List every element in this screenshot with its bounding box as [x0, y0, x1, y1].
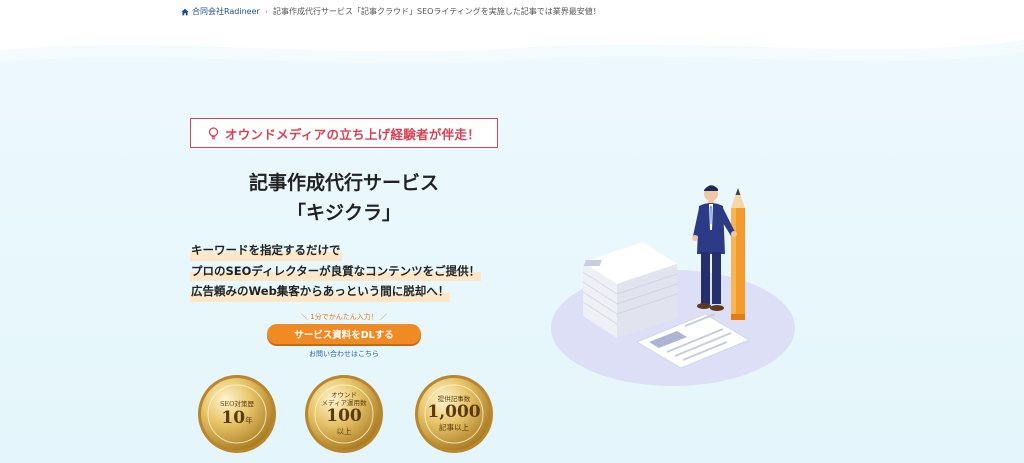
title-line-1: 記事作成代行サービス	[248, 172, 439, 194]
medal-3-unit: 記事以上	[439, 423, 469, 432]
hero-section: 合同会社Radineer › 記事作成代行サービス「記事クラウド」SEOライティ…	[0, 0, 1024, 463]
medal-2-unit: 以上	[336, 427, 352, 436]
lead-line-1: キーワードを指定するだけで	[190, 240, 342, 261]
download-button[interactable]: サービス資料をDLする	[267, 324, 421, 344]
page-title: 記事作成代行サービス 「キジクラ」	[190, 168, 498, 228]
breadcrumb-current: 記事作成代行サービス「記事クラウド」SEOライティングを実施した記事では業界最安…	[273, 7, 601, 16]
cta-note: ＼ 1分でかんたん入力！ ／	[301, 313, 387, 321]
pencil-icon	[731, 188, 745, 320]
home-icon	[181, 8, 189, 15]
breadcrumb: 合同会社Radineer › 記事作成代行サービス「記事クラウド」SEOライティ…	[181, 6, 601, 17]
hero-illustration	[551, 185, 795, 386]
lead-line-2: プロのSEOディレクターが良質なコンテンツをご提供！	[190, 260, 482, 281]
medal-2-label: オウンド	[331, 391, 357, 399]
lightbulb-icon	[208, 126, 219, 139]
medal-1-number: 10	[221, 408, 246, 428]
catch-text: オウンドメディアの立ち上げ経験者が伴走！	[224, 126, 481, 142]
catch-banner: オウンドメディアの立ち上げ経験者が伴走！	[190, 118, 498, 148]
medal-1-unit: 年	[245, 416, 253, 425]
medal-2-number: 100	[326, 406, 362, 426]
lead-text: キーワードを指定するだけで プロのSEOディレクターが良質なコンテンツをご提供！…	[190, 240, 482, 302]
title-line-2: 「キジクラ」	[286, 202, 401, 224]
breadcrumb-separator: ›	[264, 7, 268, 16]
breadcrumb-home-label: 合同会社Radineer	[192, 7, 260, 16]
lead-line-3: 広告頼みのWeb集客からあっという間に脱却へ！	[190, 281, 451, 302]
medal-article-count: 提供記事数 1,000 記事以上	[414, 374, 494, 454]
breadcrumb-home-link[interactable]: 合同会社Radineer	[181, 6, 260, 17]
medal-seo-years: SEO対策歴 10年	[197, 374, 277, 454]
contact-link[interactable]: お問い合わせはこちら	[267, 349, 421, 359]
medal-1-label: SEO対策歴	[219, 400, 255, 408]
medal-media-count: オウンド メディア運用数 100 以上	[304, 374, 384, 454]
medal-3-number: 1,000	[427, 402, 481, 422]
